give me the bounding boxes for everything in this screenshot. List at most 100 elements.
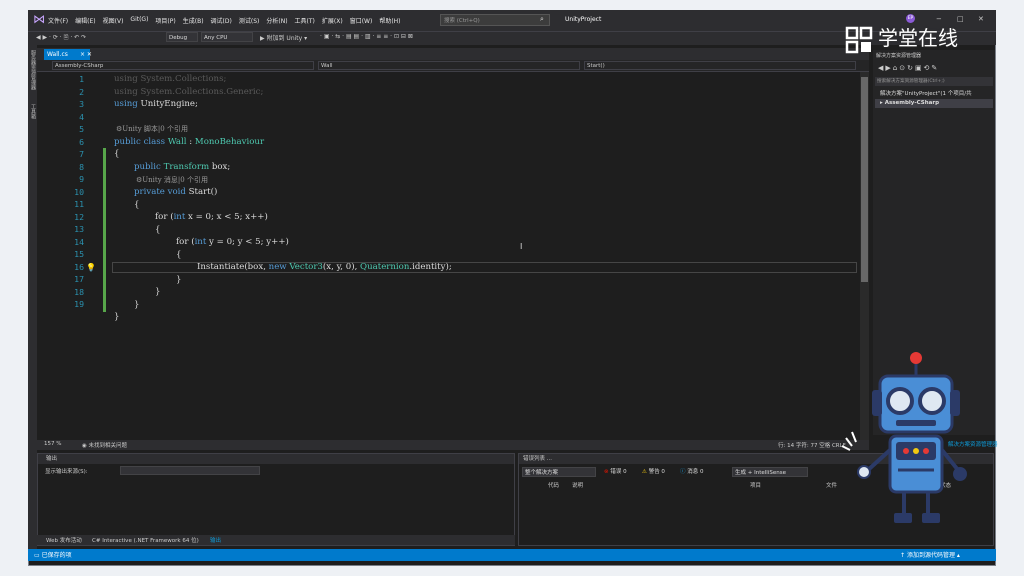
line-number: 16: [74, 261, 84, 272]
line-number: 2: [79, 86, 84, 97]
tab-web-publish[interactable]: Web 发布活动: [46, 536, 82, 544]
code-line-9: {: [134, 199, 140, 210]
menu-bar: 文件(F) 编辑(E) 视图(V) Git(G) 项目(P) 生成(B) 调试(D) 测试(S…: [48, 16, 401, 25]
arrow-up-icon: ↑: [900, 552, 907, 559]
tab-close-icon[interactable]: × ✕: [80, 49, 92, 60]
col-description[interactable]: 说明: [572, 481, 583, 489]
menu-item[interactable]: 工具(T): [295, 16, 315, 25]
code-line-1: using System.Collections;: [114, 74, 227, 84]
col-code[interactable]: 代码: [548, 481, 559, 489]
code-line-15: }: [176, 274, 182, 285]
code-line-10: for (int x = 0; x < 5; x++): [155, 212, 268, 222]
left-tool-strip: [28, 44, 37, 550]
line-number: 1: [79, 74, 84, 84]
xuetang-logo-icon: [845, 26, 873, 54]
server-explorer-tab[interactable]: 服务器资源管理器: [30, 50, 37, 90]
member-dropdown[interactable]: Start(): [584, 61, 856, 70]
issues-indicator[interactable]: ◉ 未找到相关问题: [82, 441, 127, 449]
build-filter-select[interactable]: 生成 + IntelliSense: [732, 467, 808, 477]
watermark-text: 学堂在线: [878, 26, 958, 50]
line-number: 4: [79, 111, 84, 122]
toolbox-tab[interactable]: 工具箱: [30, 104, 37, 119]
code-line-6: {: [114, 149, 120, 159]
menu-item[interactable]: 编辑(E): [75, 16, 95, 25]
line-number: 5: [79, 124, 84, 134]
code-line-2: using System.Collections.Generic;: [114, 86, 264, 97]
line-number: 9: [79, 174, 84, 184]
cursor-position: 行: 14 字符: 77 空格 CRLF: [778, 443, 846, 449]
class-dropdown[interactable]: Wall: [318, 61, 580, 70]
code-line-17: }: [134, 299, 140, 310]
line-number: 19: [74, 299, 84, 309]
line-number: 13: [74, 224, 84, 234]
code-line-16: }: [155, 287, 161, 297]
line-number: 7: [79, 149, 84, 159]
menu-item[interactable]: 视图(V): [103, 16, 124, 25]
col-file[interactable]: 文件: [826, 481, 837, 489]
menu-item[interactable]: Git(G): [130, 16, 148, 25]
codelens-script[interactable]: ⚙Unity 脚本|0 个引用: [116, 124, 188, 134]
tab-output[interactable]: 输出: [210, 536, 221, 544]
errors-filter-button[interactable]: ⊗ 错误 0: [604, 467, 627, 477]
search-input[interactable]: 搜索 (Ctrl+Q): [440, 14, 550, 26]
code-line-12: for (int y = 0; y < 5; y++): [176, 237, 289, 247]
line-number: 10: [74, 186, 84, 197]
line-number: 11: [74, 199, 84, 209]
output-panel-title: 输出: [38, 454, 514, 464]
attach-unity-button[interactable]: ▶ 附加到 Unity ▾: [260, 33, 307, 42]
menu-item[interactable]: 扩展(X): [322, 16, 343, 25]
col-project[interactable]: 项目: [750, 481, 761, 489]
menu-item[interactable]: 测试(S): [239, 16, 260, 25]
config-select[interactable]: Debug: [166, 32, 198, 42]
lightbulb-icon[interactable]: 💡: [86, 263, 96, 272]
warning-icon: ⚠: [642, 469, 649, 475]
code-line-3: using UnityEngine;: [114, 99, 198, 109]
output-source-label: 显示输出来源(S):: [45, 469, 88, 475]
status-bar: [28, 549, 996, 561]
menu-item[interactable]: 调试(D): [211, 16, 232, 25]
zoom-level[interactable]: 157 %: [44, 441, 61, 447]
line-number: 15: [74, 249, 84, 259]
toolbar-tools-icon[interactable]: · ▣ · ⇆ · ▤ ▤ · ▥ · ≡ ≡ · ⊡ ⊟ ⊠: [320, 33, 413, 40]
tab-csharp-interactive[interactable]: C# Interactive (.NET Framework 64 位): [92, 536, 199, 544]
menu-item[interactable]: 生成(B): [183, 16, 204, 25]
change-bar: [103, 148, 106, 312]
document-tabs: [37, 48, 869, 60]
code-line-5: public class Wall : MonoBehaviour: [114, 136, 265, 147]
output-panel: 输出: [37, 453, 515, 546]
code-line-18: }: [114, 312, 120, 322]
status-left: ▭ 已保存的项: [34, 552, 72, 559]
solution-search-input[interactable]: 搜索解决方案资源管理器(Ctrl+;): [875, 77, 993, 86]
error-scope-select[interactable]: 整个解决方案: [522, 467, 596, 477]
menu-item[interactable]: 帮助(H): [379, 16, 400, 25]
solution-node[interactable]: 解决方案"UnityProject"(1 个项目/共: [880, 89, 972, 97]
visual-studio-logo-icon: ⋈: [33, 12, 45, 26]
code-line-11: {: [155, 224, 161, 235]
project-node[interactable]: ▸ Assembly-CSharp: [880, 100, 939, 106]
line-number: 8: [79, 161, 84, 172]
menu-item[interactable]: 项目(P): [155, 16, 175, 25]
menu-item[interactable]: 窗口(W): [350, 16, 373, 25]
editor-status-bar: [37, 440, 869, 450]
platform-select[interactable]: Any CPU: [201, 32, 253, 42]
project-title: UnityProject: [565, 16, 602, 23]
saved-icon: ▭: [34, 552, 42, 559]
back-forward-icon[interactable]: ◀ ▶ · ⟳ · 🗎 · ↶ ↷: [36, 33, 86, 43]
line-number: 3: [79, 99, 84, 109]
source-control-button[interactable]: ↑ 添加到源代码管理 ▴: [900, 550, 960, 559]
codelens-message[interactable]: ⚙Unity 消息|0 个引用: [136, 175, 208, 185]
output-source-select[interactable]: [120, 466, 260, 475]
menu-item[interactable]: 分析(N): [266, 16, 287, 25]
warnings-filter-button[interactable]: ⚠ 警告 0: [642, 467, 665, 477]
editor-scrollbar-thumb[interactable]: [861, 77, 868, 282]
project-dropdown[interactable]: Assembly-CSharp: [52, 61, 314, 70]
code-line-7: public Transform box;: [134, 162, 231, 172]
search-icon[interactable]: ⌕: [540, 15, 544, 24]
line-number: 14: [74, 236, 84, 247]
close-icon[interactable]: ✕: [978, 15, 984, 23]
text-cursor-icon: I: [520, 242, 523, 251]
solution-explorer-tools-icon[interactable]: ◀▶⌂⊙↻▣⟲✎: [878, 64, 939, 72]
messages-filter-button[interactable]: ⓘ 消息 0: [680, 467, 704, 477]
code-line-13: {: [176, 249, 182, 260]
menu-item[interactable]: 文件(F): [48, 16, 68, 25]
